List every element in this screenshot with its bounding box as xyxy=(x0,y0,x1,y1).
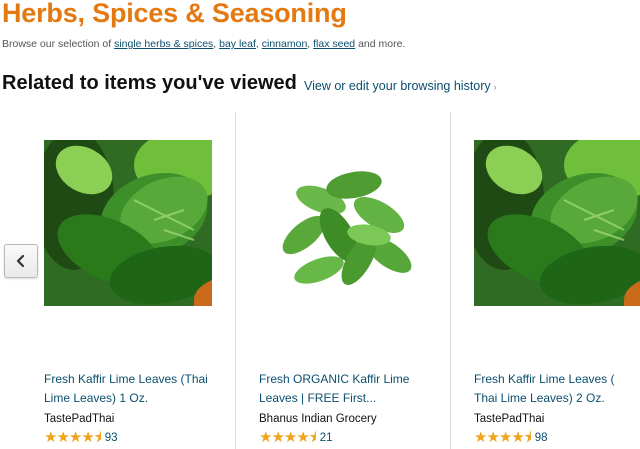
review-count[interactable]: 21 xyxy=(320,432,333,444)
review-count[interactable]: 98 xyxy=(535,432,548,444)
product-title-line2: Lime Leaves) 1 Oz. xyxy=(44,391,149,405)
link-flax-seed[interactable]: flax seed xyxy=(313,38,355,50)
link-cinnamon[interactable]: cinnamon xyxy=(262,38,308,50)
rating[interactable]: ★★★★⯨ 93 xyxy=(44,430,118,446)
product-title[interactable]: Fresh Kaffir Lime Leaves ( Thai Lime Lea… xyxy=(474,370,640,408)
star-rating-icon: ★★★★⯨ xyxy=(474,429,532,446)
product-card: Fresh Kaffir Lime Leaves ( Thai Lime Lea… xyxy=(474,140,640,446)
product-card: Fresh ORGANIC Kaffir Lime Leaves | FREE … xyxy=(259,140,459,446)
browse-suffix: and more. xyxy=(358,38,406,50)
rating[interactable]: ★★★★⯨ 21 xyxy=(259,430,333,446)
page-title: Herbs, Spices & Seasoning xyxy=(2,0,347,28)
related-heading: Related to items you've viewed xyxy=(2,72,297,94)
seller-name: Bhanus Indian Grocery xyxy=(259,413,377,425)
product-title-line1: Fresh Kaffir Lime Leaves (Thai xyxy=(44,372,208,386)
link-single-herbs-spices[interactable]: single herbs & spices xyxy=(114,38,213,50)
product-title-line1: Fresh Kaffir Lime Leaves ( xyxy=(474,372,615,386)
browsing-history-label: View or edit your browsing history xyxy=(304,79,491,93)
product-card: Fresh Kaffir Lime Leaves (Thai Lime Leav… xyxy=(44,140,244,446)
seller-name: TastePadThai xyxy=(474,413,545,425)
browse-line: Browse our selection of single herbs & s… xyxy=(2,38,406,50)
caret-right-icon: › xyxy=(493,82,497,92)
star-rating-icon: ★★★★⯨ xyxy=(44,429,102,446)
product-title-line2: Thai Lime Leaves) 2 Oz. xyxy=(474,391,605,405)
product-image-lime-leaves-closeup[interactable] xyxy=(474,140,640,306)
product-title[interactable]: Fresh Kaffir Lime Leaves (Thai Lime Leav… xyxy=(44,370,224,408)
browsing-history-link[interactable]: View or edit your browsing history › xyxy=(304,79,497,93)
product-title-line2: Leaves | FREE First... xyxy=(259,391,377,405)
product-image-lime-leaves-closeup[interactable] xyxy=(44,140,212,306)
chevron-left-icon xyxy=(16,254,25,268)
product-image-lime-leaves-white[interactable] xyxy=(259,140,427,306)
seller-name: TastePadThai xyxy=(44,413,115,425)
link-bay-leaf[interactable]: bay leaf xyxy=(219,38,256,50)
browse-prefix: Browse our selection of xyxy=(2,38,112,50)
rating[interactable]: ★★★★⯨ 98 xyxy=(474,430,548,446)
star-rating-icon: ★★★★⯨ xyxy=(259,429,317,446)
related-items-carousel: Fresh Kaffir Lime Leaves (Thai Lime Leav… xyxy=(0,112,640,449)
carousel-previous-button[interactable] xyxy=(4,244,38,278)
product-title[interactable]: Fresh ORGANIC Kaffir Lime Leaves | FREE … xyxy=(259,370,439,408)
review-count[interactable]: 93 xyxy=(105,432,118,444)
product-title-line1: Fresh ORGANIC Kaffir Lime xyxy=(259,372,410,386)
